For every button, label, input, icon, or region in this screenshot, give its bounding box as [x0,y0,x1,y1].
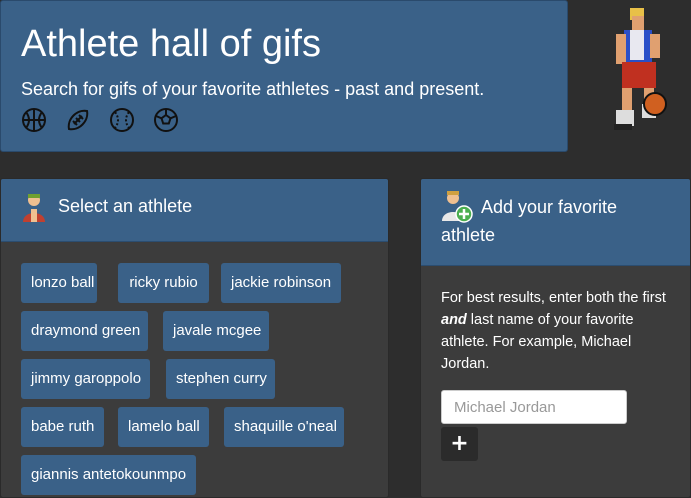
help-text-part-1: For best results, enter both the first [441,290,666,306]
athlete-button[interactable]: lamelo ball [118,407,209,447]
athlete-button[interactable]: jackie robinson [221,263,341,303]
select-athlete-title: Select an athlete [58,196,193,216]
athlete-button[interactable]: shaquille o'neal [224,407,344,447]
help-text-part-2: last name of your favorite athlete. For … [441,312,634,372]
athlete-button[interactable]: babe ruth [21,407,104,447]
baseball-icon [109,107,135,133]
basketball-player-sprite [600,4,680,136]
help-text-emphasis: and [441,312,467,328]
add-athlete-panel: Add your favorite athlete For best resul… [420,178,691,498]
soccer-ball-icon [153,107,179,133]
football-icon [65,107,91,133]
add-athlete-help-text: For best results, enter both the first a… [441,287,666,375]
athlete-button[interactable]: jimmy garoppolo [21,359,150,399]
page-title: Athlete hall of gifs [21,23,321,65]
athlete-avatar-icon [21,192,47,222]
select-athlete-panel-header: Select an athlete [1,179,388,242]
add-athlete-title: Add your favorite athlete [441,197,618,245]
add-athlete-panel-header: Add your favorite athlete [421,179,690,266]
athlete-button[interactable]: javale mcgee [163,311,269,351]
athlete-button[interactable]: stephen curry [166,359,275,399]
athlete-name-input[interactable] [441,390,627,424]
add-athlete-button[interactable]: + [441,427,478,461]
athlete-button[interactable]: lonzo ball [21,263,97,303]
sport-icons [21,107,179,133]
athlete-button[interactable]: ricky rubio [118,263,209,303]
page-subtitle: Search for gifs of your favorite athlete… [21,79,485,99]
select-athlete-panel: Select an athlete lonzo ball ricky rubio j… [0,178,389,498]
jumbotron-header: Athlete hall of gifs Search for gifs of … [0,0,568,152]
basketball-icon [21,107,47,133]
athlete-button[interactable]: draymond green [21,311,148,351]
athlete-button[interactable]: giannis antetokounmpo [21,455,196,495]
